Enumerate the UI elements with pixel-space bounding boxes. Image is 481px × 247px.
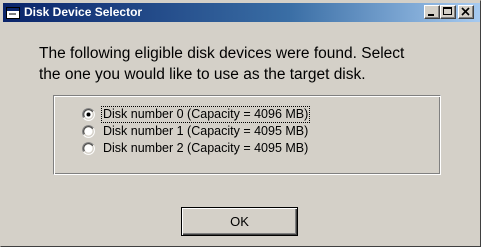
disk-option-1[interactable]: Disk number 1 (Capacity = 4095 MB) <box>82 123 309 139</box>
instruction-text: The following eligible disk devices were… <box>39 45 405 83</box>
close-button[interactable] <box>458 5 474 19</box>
disk-option-0[interactable]: Disk number 0 (Capacity = 4096 MB) <box>82 105 311 123</box>
ok-button[interactable]: OK <box>181 207 298 236</box>
maximize-button[interactable] <box>440 5 456 19</box>
minimize-icon <box>428 14 434 16</box>
disk-option-label: Disk number 0 (Capacity = 4096 MB) <box>100 105 311 123</box>
title-bar[interactable]: Disk Device Selector <box>3 3 480 22</box>
close-icon <box>461 7 470 16</box>
radio-button-icon[interactable] <box>82 124 95 138</box>
minimize-button[interactable] <box>424 5 440 19</box>
radio-button-icon[interactable] <box>82 141 95 155</box>
app-window-icon[interactable] <box>6 6 20 19</box>
disk-option-label: Disk number 1 (Capacity = 4095 MB) <box>103 123 309 138</box>
window-title: Disk Device Selector <box>24 5 143 19</box>
radio-button-selected-icon[interactable] <box>82 107 95 121</box>
maximize-icon <box>443 7 452 15</box>
disk-options-group: Disk number 0 (Capacity = 4096 MB) Disk … <box>53 95 441 175</box>
dialog-window: Disk Device Selector The following eligi… <box>0 0 481 247</box>
disk-option-2[interactable]: Disk number 2 (Capacity = 4095 MB) <box>82 140 309 156</box>
disk-option-label: Disk number 2 (Capacity = 4095 MB) <box>103 140 309 155</box>
